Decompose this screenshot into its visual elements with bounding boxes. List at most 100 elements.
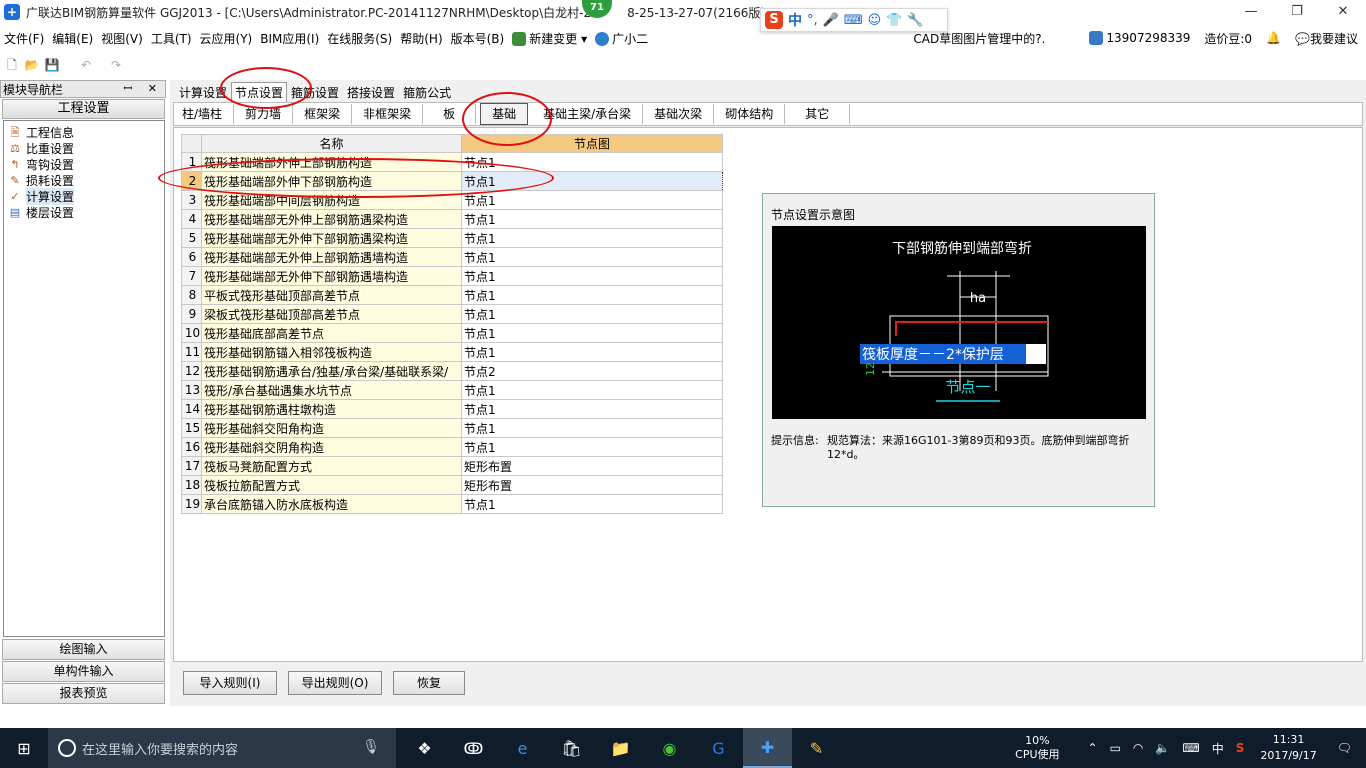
tab-stirrup-settings[interactable]: 箍筋设置 bbox=[287, 82, 343, 102]
header-node-diagram[interactable]: 节点图 bbox=[461, 134, 723, 153]
table-row[interactable]: 19 承台底筋锚入防水底板构造 节点1 bbox=[181, 494, 723, 514]
table-row[interactable]: 16 筏形基础斜交阴角构造 节点1 bbox=[181, 437, 723, 457]
row-node-value[interactable]: 节点1 bbox=[461, 190, 723, 210]
nav-item-loss[interactable]: ✎ 损耗设置 bbox=[4, 172, 164, 188]
chevron-up-icon[interactable]: ⌃ bbox=[1088, 741, 1098, 755]
subtab-foundation-main-beam[interactable]: 基础主梁/承台梁 bbox=[532, 104, 644, 124]
subtab-masonry[interactable]: 砌体结构 bbox=[714, 104, 786, 124]
header-name[interactable]: 名称 bbox=[201, 134, 462, 153]
punctuation-icon[interactable]: °, bbox=[807, 13, 818, 28]
keyboard-icon[interactable]: ⌨ bbox=[1182, 741, 1199, 755]
nav-item-floor[interactable]: ▤ 楼层设置 bbox=[4, 204, 164, 220]
menu-new-change[interactable]: 新建变更 ▾ bbox=[508, 30, 591, 47]
battery-icon[interactable]: ▭ bbox=[1110, 741, 1121, 755]
row-node-value[interactable]: 矩形布置 bbox=[461, 475, 723, 495]
wrench-icon[interactable]: 🔧 bbox=[907, 13, 923, 28]
menu-bim[interactable]: BIM应用(I) bbox=[256, 30, 323, 47]
table-row[interactable]: 11 筏形基础钢筋锚入相邻筏板构造 节点1 bbox=[181, 342, 723, 362]
table-row[interactable]: 4 筏形基础端部无外伸上部钢筋遇梁构造 节点1 bbox=[181, 209, 723, 229]
table-row[interactable]: 7 筏形基础端部无外伸下部钢筋遇墙构造 节点1 bbox=[181, 266, 723, 286]
subtab-foundation[interactable]: 基础 bbox=[480, 103, 529, 125]
row-node-value[interactable]: 节点1 bbox=[461, 418, 723, 438]
store-icon[interactable]: 🛍 bbox=[547, 728, 596, 768]
table-row[interactable]: 14 筏形基础钢筋遇柱墩构造 节点1 bbox=[181, 399, 723, 419]
keyboard-icon[interactable]: ⌨ bbox=[844, 13, 863, 28]
skin-icon[interactable]: 👕 bbox=[886, 13, 902, 28]
cpu-meter[interactable]: 10% CPU使用 bbox=[1015, 734, 1059, 762]
row-node-value[interactable]: 矩形布置 bbox=[461, 456, 723, 476]
table-row[interactable]: 3 筏形基础端部中间层钢筋构造 节点1 bbox=[181, 190, 723, 210]
table-row[interactable]: 8 平板式筏形基础顶部高差节点 节点1 bbox=[181, 285, 723, 305]
menu-online[interactable]: 在线服务(S) bbox=[323, 30, 396, 47]
menu-tools[interactable]: 工具(T) bbox=[147, 30, 196, 47]
report-preview-button[interactable]: 报表预览 bbox=[2, 683, 165, 704]
open-folder-icon[interactable]: 📂 bbox=[24, 57, 40, 73]
subtab-column[interactable]: 柱/墙柱 bbox=[174, 104, 235, 124]
row-node-value[interactable]: 节点1 bbox=[461, 494, 723, 514]
table-row[interactable]: 10 筏形基础底部高差节点 节点1 bbox=[181, 323, 723, 343]
suggestion[interactable]: 💬我要建议 bbox=[1291, 30, 1362, 47]
ime-indicator[interactable]: 中 bbox=[1212, 740, 1224, 757]
tab-node-settings[interactable]: 节点设置 bbox=[231, 82, 288, 102]
subtab-shear-wall[interactable]: 剪力墙 bbox=[234, 104, 294, 124]
undo-icon[interactable]: ↶ bbox=[78, 57, 94, 73]
table-row[interactable]: 17 筏板马凳筋配置方式 矩形布置 bbox=[181, 456, 723, 476]
row-node-value[interactable]: 节点1 bbox=[461, 437, 723, 457]
export-rules-button[interactable]: 导出规则(O) bbox=[288, 671, 382, 695]
tab-calc-settings[interactable]: 计算设置 bbox=[175, 82, 231, 102]
notes-app-icon[interactable]: ✎ bbox=[792, 728, 841, 768]
single-component-button[interactable]: 单构件输入 bbox=[2, 661, 165, 682]
table-row[interactable]: 5 筏形基础端部无外伸下部钢筋遇梁构造 节点1 bbox=[181, 228, 723, 248]
row-node-value[interactable]: 节点1 bbox=[461, 342, 723, 362]
cad-notice[interactable]: CAD草图图片管理中的?. bbox=[909, 30, 1049, 47]
edge-icon[interactable]: e bbox=[498, 728, 547, 768]
table-row[interactable]: 1 筏形基础端部外伸上部钢筋构造 节点1 bbox=[181, 152, 723, 172]
subtab-frame-beam[interactable]: 框架梁 bbox=[293, 104, 353, 124]
windows-start-icon[interactable]: ⊞ bbox=[0, 728, 48, 768]
tab-stirrup-formula[interactable]: 箍筋公式 bbox=[399, 82, 455, 102]
redo-icon[interactable]: ↷ bbox=[108, 57, 124, 73]
nav-item-calc[interactable]: ✓ 计算设置 bbox=[4, 187, 164, 205]
menu-help[interactable]: 帮助(H) bbox=[396, 30, 446, 47]
tab-lap-settings[interactable]: 搭接设置 bbox=[343, 82, 399, 102]
taskbar-search[interactable]: 在这里输入你要搜索的内容 🎙 bbox=[48, 728, 396, 768]
table-row[interactable]: 9 梁板式筏形基础顶部高差节点 节点1 bbox=[181, 304, 723, 324]
wifi-icon[interactable]: ◠ bbox=[1133, 741, 1143, 755]
table-row[interactable]: 18 筏板拉筋配置方式 矩形布置 bbox=[181, 475, 723, 495]
browser-360-icon[interactable]: ◉ bbox=[645, 728, 694, 768]
app-icon[interactable]: + bbox=[4, 4, 20, 20]
menu-cloud[interactable]: 云应用(Y) bbox=[196, 30, 257, 47]
ggj-app-icon[interactable]: ✚ bbox=[743, 728, 792, 768]
new-file-icon[interactable]: 🗋 bbox=[4, 57, 20, 73]
cost-beans[interactable]: 造价豆:0 bbox=[1200, 30, 1256, 47]
volume-icon[interactable]: 🔈 bbox=[1155, 741, 1170, 755]
subtab-foundation-secondary-beam[interactable]: 基础次梁 bbox=[643, 104, 715, 124]
restore-button[interactable]: 恢复 bbox=[393, 671, 465, 695]
subtab-nonframe-beam[interactable]: 非框架梁 bbox=[352, 104, 424, 124]
nav-item-weight[interactable]: ⚖ 比重设置 bbox=[4, 140, 164, 156]
save-icon[interactable]: 💾 bbox=[44, 57, 60, 73]
import-rules-button[interactable]: 导入规则(I) bbox=[183, 671, 277, 695]
close-button[interactable]: ✕ bbox=[1320, 0, 1366, 24]
menu-version[interactable]: 版本号(B) bbox=[447, 30, 509, 47]
draw-input-button[interactable]: 绘图输入 bbox=[2, 639, 165, 660]
row-node-value[interactable]: 节点1 bbox=[461, 323, 723, 343]
nav-item-project-info[interactable]: 🗎 工程信息 bbox=[4, 124, 164, 140]
notification-center-icon[interactable]: 🗨 bbox=[1337, 741, 1352, 755]
row-node-value[interactable]: 节点1 bbox=[461, 152, 723, 172]
mic-icon[interactable]: 🎙 bbox=[362, 739, 380, 755]
task-view-icon[interactable]: ❖ bbox=[400, 728, 449, 768]
microphone-icon[interactable]: 🎤 bbox=[823, 13, 839, 28]
menu-view[interactable]: 视图(V) bbox=[97, 30, 147, 47]
nav-section-project-settings[interactable]: 工程设置 bbox=[2, 99, 165, 119]
table-row[interactable]: 12 筏形基础钢筋遇承台/独基/承台梁/基础联系梁/节点2 bbox=[181, 361, 723, 381]
row-node-value[interactable]: 节点1 bbox=[461, 209, 723, 229]
account[interactable]: 13907298339 bbox=[1085, 31, 1194, 46]
row-node-value[interactable]: 节点1 bbox=[461, 399, 723, 419]
row-node-value[interactable]: 节点1 bbox=[461, 228, 723, 248]
sogou-tray-icon[interactable]: S bbox=[1236, 741, 1245, 755]
table-row[interactable]: 6 筏形基础端部无外伸上部钢筋遇墙构造 节点1 bbox=[181, 247, 723, 267]
row-node-value[interactable]: 节点1 bbox=[461, 266, 723, 286]
table-row[interactable]: 15 筏形基础斜交阳角构造 节点1 bbox=[181, 418, 723, 438]
row-node-value[interactable]: 节点1 bbox=[461, 380, 723, 400]
